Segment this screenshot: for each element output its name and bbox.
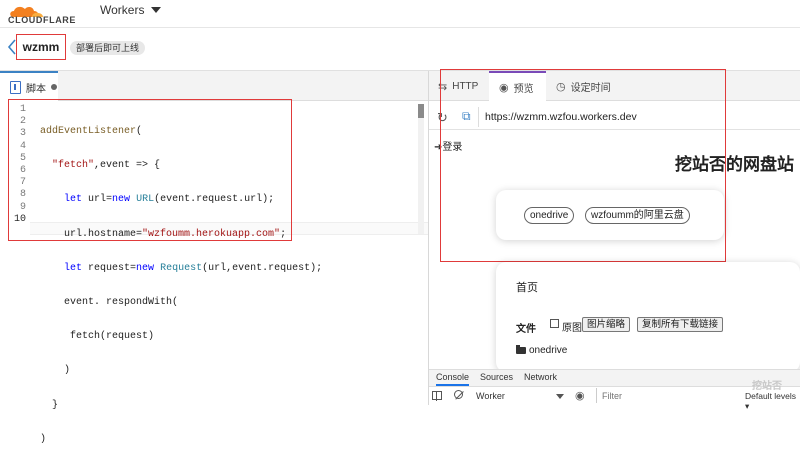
watermark: 挖站否	[752, 381, 782, 392]
logo-text: CLOUDFLARE	[8, 15, 76, 25]
tab-script-label: 脚本	[26, 83, 46, 95]
code-line: event. respondWith(	[40, 296, 179, 308]
tab-network[interactable]: Network	[524, 372, 557, 382]
context-select-value: Worker	[476, 391, 505, 401]
thumbnail-button[interactable]: 图片缩略	[582, 317, 631, 332]
code-line: let request=new Request(url,event.reques…	[64, 262, 323, 274]
file-icon	[10, 80, 21, 94]
tab-script[interactable]: 脚本	[0, 71, 58, 101]
code-line: )	[40, 365, 71, 377]
live-expression-eye-icon[interactable]: ◉	[575, 389, 585, 402]
code-line: }	[40, 399, 59, 411]
folder-item-onedrive[interactable]: onedrive	[529, 345, 567, 356]
tab-sources[interactable]: Sources	[480, 372, 513, 382]
original-image-label: 原图	[562, 323, 582, 334]
preview-highlight-box	[440, 69, 726, 262]
sidebar-toggle-icon[interactable]	[432, 391, 442, 401]
context-select[interactable]: Worker	[476, 389, 564, 403]
caret-down-icon	[556, 393, 564, 399]
deploy-status-badge: 部署后即可上线	[70, 41, 146, 55]
log-levels-select[interactable]: Default levels ▾	[745, 391, 800, 412]
workers-menu[interactable]: Workers	[100, 3, 162, 17]
editor-scrollbar-thumb[interactable]	[418, 104, 424, 118]
console-filter-input[interactable]	[596, 388, 736, 403]
editor-tab-bar	[0, 71, 428, 101]
file-column-header: 文件	[516, 324, 536, 335]
code-highlight-box	[8, 99, 292, 241]
worker-name: wzmm	[16, 34, 66, 60]
code-line: fetch(request)	[40, 331, 155, 343]
clear-console-icon[interactable]	[454, 390, 463, 399]
breadcrumb-home[interactable]: 首页	[516, 279, 538, 295]
caret-down-icon	[151, 7, 162, 13]
unsaved-dot-icon	[51, 84, 57, 90]
tab-console[interactable]: Console	[436, 372, 470, 386]
original-image-checkbox[interactable]	[550, 319, 559, 328]
log-levels-value: Default levels	[745, 391, 797, 401]
copy-links-button[interactable]: 复制所有下载链接	[637, 317, 724, 332]
editor-scrollbar-track[interactable]	[418, 104, 424, 234]
folder-icon	[516, 345, 526, 354]
code-line: )	[40, 433, 47, 445]
workers-menu-label: Workers	[100, 3, 145, 17]
